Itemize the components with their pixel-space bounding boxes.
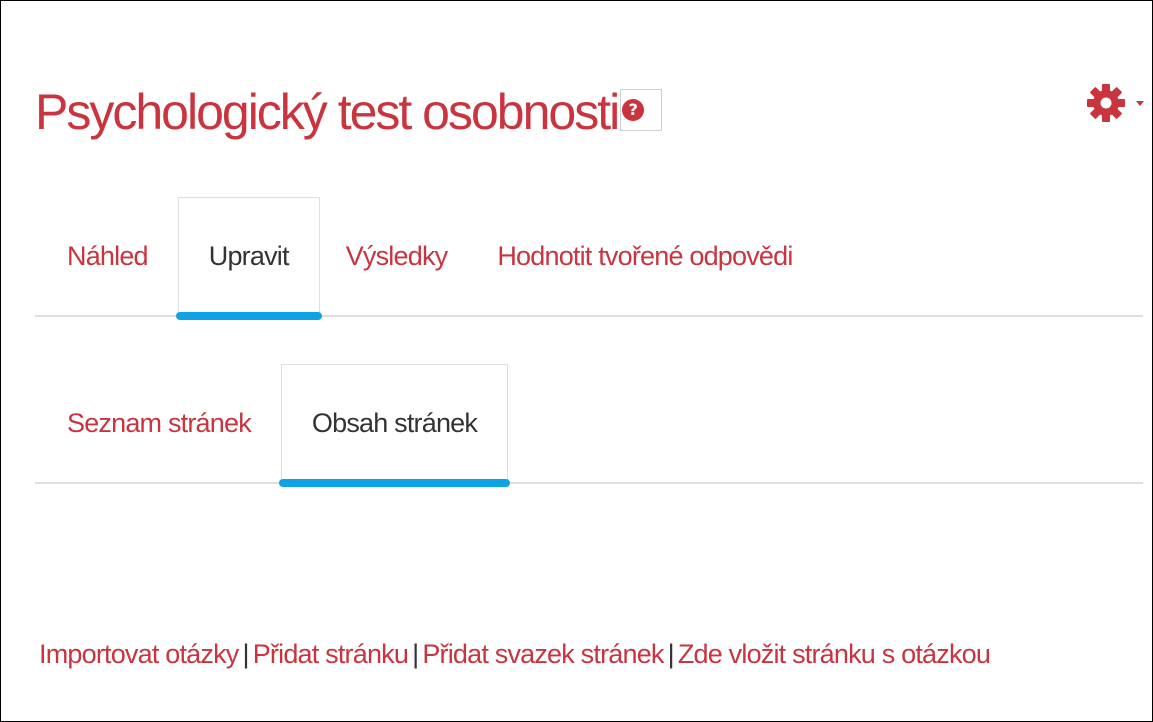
tab-label: Upravit: [208, 241, 290, 271]
question-circle-icon: ?: [622, 99, 645, 121]
page-actions: Importovat otázky | Přidat stránku | Přidat …: [39, 639, 991, 670]
insert-question-page-link[interactable]: Zde vložit stránku s otázkou: [678, 639, 991, 669]
chevron-down-icon: [1136, 100, 1144, 106]
tab-nahled[interactable]: Náhled: [35, 197, 178, 315]
add-page-link[interactable]: Přidat stránku: [253, 639, 409, 669]
help-button[interactable]: ?: [620, 89, 663, 131]
tab-label: Hodnotit tvořené odpovědi: [497, 240, 793, 271]
primary-tabs: Náhled Upravit Výsledky Hodnotit tvořené…: [35, 197, 1143, 320]
tab-obsah-stranek[interactable]: Obsah stránek: [278, 364, 511, 487]
page-frame: Psychologický test osobnosti? Náhled Upr…: [0, 0, 1153, 722]
separator: |: [412, 639, 419, 669]
page-title: Psychologický test osobnosti?: [35, 84, 663, 140]
tab-label: Náhled: [67, 240, 149, 271]
gear-icon: [1087, 84, 1125, 122]
tab-hodnotit-tvorene-odpovedi[interactable]: Hodnotit tvořené odpovědi: [473, 197, 822, 315]
separator: |: [242, 639, 250, 669]
page-title-text: Psychologický test osobnosti: [35, 84, 620, 140]
tab-label: Výsledky: [345, 240, 448, 271]
separator: |: [667, 639, 675, 669]
tab-seznam-stranek[interactable]: Seznam stránek: [35, 364, 281, 482]
import-questions-link[interactable]: Importovat otázky: [39, 639, 239, 669]
tab-upravit[interactable]: Upravit: [175, 197, 322, 320]
tab-vysledky[interactable]: Výsledky: [320, 197, 474, 315]
settings-menu-button[interactable]: [1086, 83, 1144, 123]
tab-label: Seznam stránek: [67, 407, 252, 438]
add-page-bundle-link[interactable]: Přidat svazek stránek: [422, 639, 664, 669]
tab-label: Obsah stránek: [311, 408, 478, 438]
secondary-tabs: Seznam stránek Obsah stránek: [35, 364, 1143, 487]
